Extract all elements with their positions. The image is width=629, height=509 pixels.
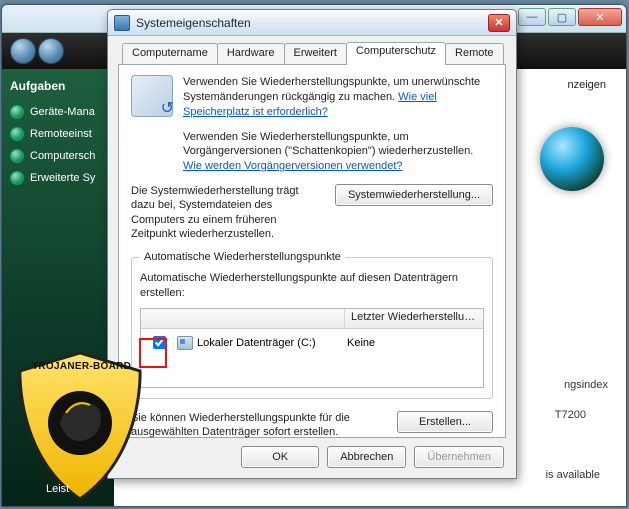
cancel-button[interactable]: Abbrechen xyxy=(327,446,406,468)
bg-text-fragment: T7200 xyxy=(555,409,586,421)
tab-hardware[interactable]: Hardware xyxy=(217,43,285,65)
ok-button[interactable]: OK xyxy=(241,446,319,468)
bg-text-fragment: nzeigen xyxy=(567,79,606,91)
tab-remote[interactable]: Remote xyxy=(445,43,504,65)
maximize-button[interactable]: ▢ xyxy=(548,8,576,26)
dialog-titlebar: Systemeigenschaften ✕ xyxy=(108,10,516,36)
apply-button[interactable]: Übernehmen xyxy=(414,446,504,468)
table-row[interactable]: Lokaler Datenträger (C:) Keine xyxy=(141,329,483,357)
system-restore-button[interactable]: Systemwiederherstellung... xyxy=(335,184,493,206)
restore-description: Die Systemwiederherstellung trägt dazu b… xyxy=(131,184,323,241)
group-legend: Automatische Wiederherstellungspunkte xyxy=(140,251,345,263)
system-properties-dialog: Systemeigenschaften ✕ Computername Hardw… xyxy=(107,9,517,479)
disk-icon xyxy=(177,336,193,350)
bullet-icon xyxy=(10,149,24,163)
col-last-restore: Letzter Wiederherstellun... xyxy=(345,309,483,328)
group-description: Automatische Wiederherstellungspunkte au… xyxy=(140,271,484,300)
link-previous-versions[interactable]: Wie werden Vorgängerversionen verwendet? xyxy=(183,160,403,172)
trojaner-board-badge: TROJANER-BOARD xyxy=(6,345,154,505)
tab-computername[interactable]: Computername xyxy=(122,43,218,65)
sidebar-item-advanced[interactable]: Erweiterte Sy xyxy=(10,167,106,189)
system-restore-icon xyxy=(131,75,173,117)
sidebar-item-device-manager[interactable]: Geräte-Mana xyxy=(10,101,106,123)
badge-label: TROJANER-BOARD xyxy=(32,361,131,372)
info-text-1: Verwenden Sie Wiederherstellungspunkte, … xyxy=(183,75,493,174)
drive-name: Lokaler Datenträger (C:) xyxy=(197,337,316,349)
col-drive xyxy=(169,309,345,328)
dialog-title: Systemeigenschaften xyxy=(136,16,482,30)
nav-forward-button[interactable] xyxy=(38,38,64,64)
windows-logo-icon xyxy=(540,127,604,191)
bullet-icon xyxy=(10,171,24,185)
bullet-icon xyxy=(10,127,24,141)
minimize-button[interactable]: ― xyxy=(518,8,546,26)
tab-erweitert[interactable]: Erweitert xyxy=(284,43,347,65)
close-button[interactable]: ✕ xyxy=(578,8,622,26)
col-checkbox xyxy=(141,309,169,328)
auto-restore-group: Automatische Wiederherstellungspunkte Au… xyxy=(131,251,493,399)
system-icon xyxy=(114,15,130,31)
dialog-close-button[interactable]: ✕ xyxy=(488,14,510,32)
sidebar-item-remote[interactable]: Remoteeinst xyxy=(10,123,106,145)
drives-table: Letzter Wiederherstellun... Lokaler Date… xyxy=(140,308,484,388)
tasks-header: Aufgaben xyxy=(10,79,106,93)
create-description: Sie können Wiederherstellungspunkte für … xyxy=(131,411,385,440)
bg-text-fragment: is available xyxy=(546,469,600,481)
drive-last-restore: Keine xyxy=(343,337,479,349)
nav-back-button[interactable] xyxy=(10,38,36,64)
bg-text-fragment: ngsindex xyxy=(564,379,608,391)
create-restore-point-button[interactable]: Erstellen... xyxy=(397,411,493,433)
bullet-icon xyxy=(10,105,24,119)
tab-strip: Computername Hardware Erweitert Computer… xyxy=(122,43,506,65)
tab-panel: Verwenden Sie Wiederherstellungspunkte, … xyxy=(118,64,506,438)
sidebar-item-system-protection[interactable]: Computersch xyxy=(10,145,106,167)
tab-computerschutz[interactable]: Computerschutz xyxy=(346,42,446,65)
bg-text-fragment: Leist xyxy=(46,483,69,495)
